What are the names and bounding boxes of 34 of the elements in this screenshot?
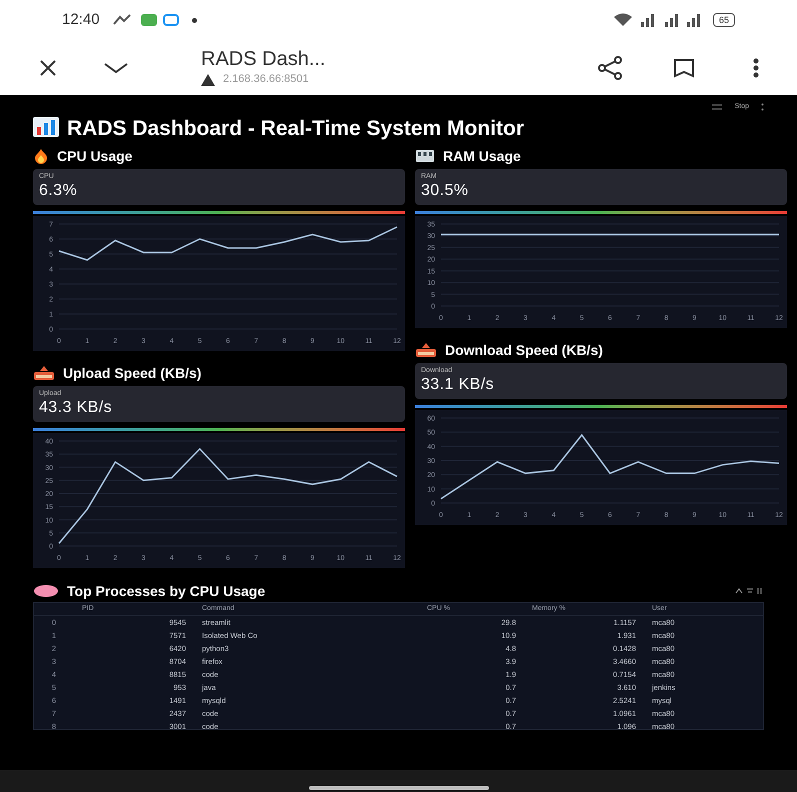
metric-value: 33.1 KB/s: [421, 375, 495, 395]
warning-icon: [201, 74, 215, 86]
more-icon[interactable]: [761, 103, 764, 111]
section-header: Download Speed (KB/s): [445, 340, 603, 360]
dashboard-title: RADS Dashboard - Real-Time System Monitor: [33, 117, 693, 140]
section-header: RAM Usage: [443, 146, 521, 166]
more-icon[interactable]: [753, 58, 759, 78]
signal-icon: [640, 13, 701, 27]
section-header: Top Processes by CPU Usage: [67, 582, 266, 601]
url-text: 2.168.36.66:8501: [223, 72, 309, 88]
brain-icon: [33, 584, 59, 598]
bookmark-icon[interactable]: [673, 58, 695, 78]
tray-icon: [415, 342, 437, 358]
battery-indicator: 65: [712, 13, 735, 27]
wifi-icon: [612, 13, 633, 27]
table-tools-icon[interactable]: [734, 587, 764, 595]
bar-chart-icon: [33, 117, 59, 137]
share-icon[interactable]: [597, 56, 623, 80]
metric-value: 6.3%: [39, 181, 78, 201]
page-title: RADS Dash...: [201, 47, 326, 72]
signal-icon: [112, 14, 132, 26]
flame-icon: [33, 148, 49, 164]
section-header: CPU Usage: [57, 146, 132, 166]
app-icon: [140, 13, 158, 27]
section-header: Upload Speed (KB/s): [63, 364, 202, 383]
close-icon[interactable]: [38, 58, 58, 78]
memory-icon: [415, 149, 435, 163]
metric-value: 43.3 KB/s: [39, 398, 113, 418]
status-time: 12:40: [62, 10, 100, 30]
dot-icon: [192, 18, 197, 22]
tray-icon: [33, 365, 55, 381]
app-icon: [162, 13, 180, 27]
metric-value: 30.5%: [421, 181, 470, 201]
chevron-down-icon[interactable]: [103, 60, 129, 74]
